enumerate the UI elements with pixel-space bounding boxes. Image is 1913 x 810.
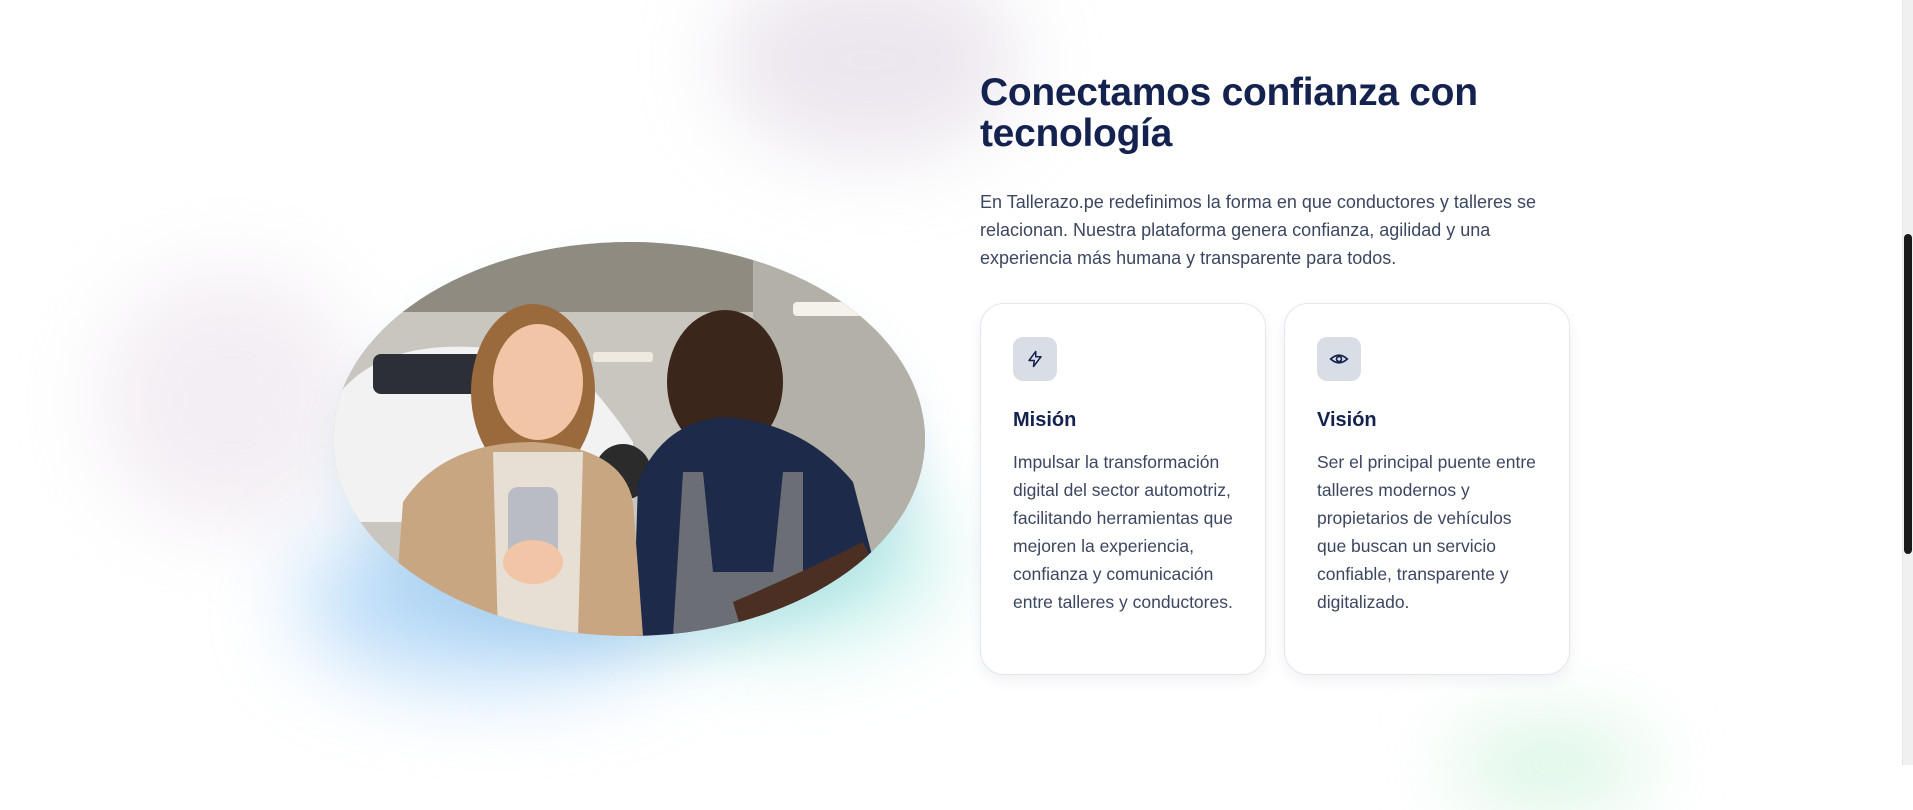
vision-title: Visión — [1317, 409, 1377, 431]
background-glow — [1450, 720, 1650, 810]
scrollbar-track[interactable] — [1902, 0, 1913, 765]
lightning-icon — [1013, 337, 1057, 381]
section-title: Conectamos confianza con tecnología — [980, 71, 1478, 155]
about-section: Conectamos confianza con tecnología En T… — [980, 72, 1580, 272]
background-glow — [100, 270, 360, 530]
photo-illustration — [333, 242, 925, 636]
eye-icon — [1317, 337, 1361, 381]
vision-card: Visión Ser el principal puente entre tal… — [1284, 303, 1570, 675]
background-glow — [720, 0, 1020, 160]
mission-title: Misión — [1013, 409, 1077, 431]
scrollbar-thumb[interactable] — [1904, 234, 1912, 554]
mission-text: Impulsar la transformación digital del s… — [1013, 452, 1233, 612]
section-intro: En Tallerazo.pe redefinimos la forma en … — [980, 192, 1536, 268]
hero-photo — [333, 242, 925, 636]
mission-card: Misión Impulsar la transformación digita… — [980, 303, 1266, 675]
vision-text: Ser el principal puente entre talleres m… — [1317, 452, 1536, 612]
